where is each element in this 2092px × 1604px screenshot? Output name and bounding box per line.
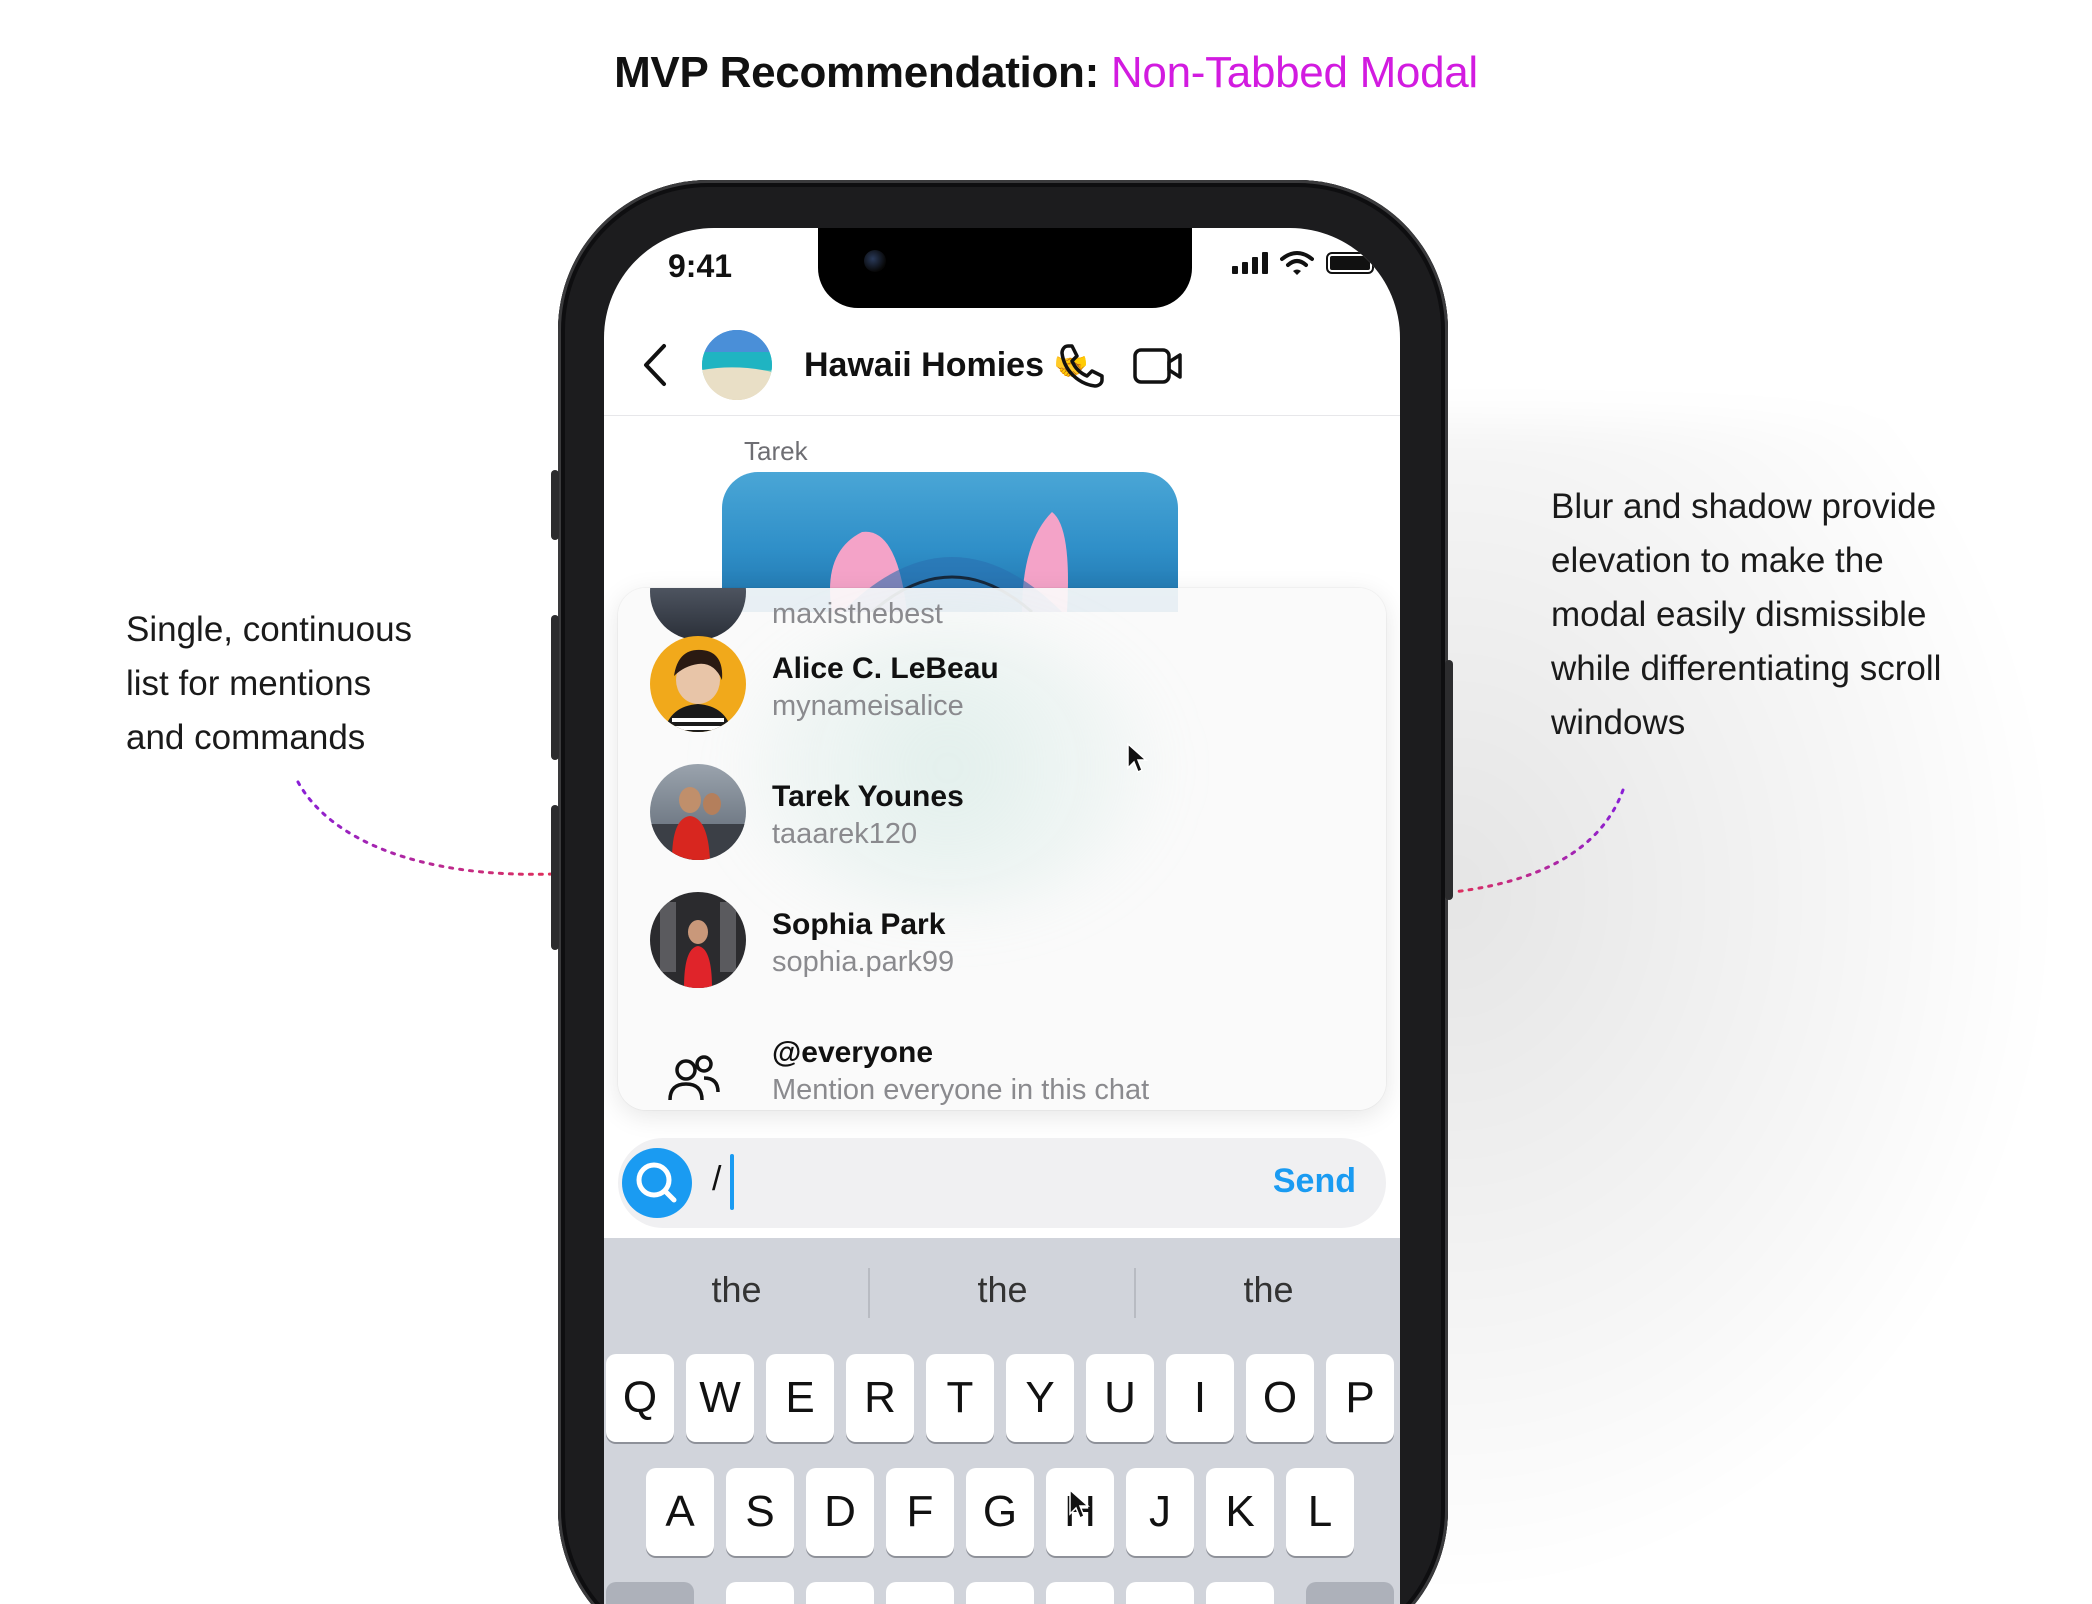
mention-modal[interactable]: maxisthebest Alice C. LeBeau mynameisali… (618, 588, 1386, 1110)
key-b[interactable] (1046, 1582, 1114, 1604)
annotation-left-line: Single, continuous (126, 610, 413, 649)
beach-image (702, 330, 772, 400)
key-v[interactable] (966, 1582, 1034, 1604)
mention-item[interactable]: Sophia Park sophia.park99 (618, 880, 1386, 1000)
key-j[interactable]: J (1126, 1468, 1194, 1556)
mute-switch (551, 470, 559, 540)
suggestion-2[interactable]: the (870, 1238, 1135, 1342)
key-k[interactable]: K (1206, 1468, 1274, 1556)
avatar (650, 892, 746, 988)
key-s[interactable]: S (726, 1468, 794, 1556)
group-avatar[interactable] (702, 330, 772, 400)
key-i[interactable]: I (1166, 1354, 1234, 1442)
send-button[interactable]: Send (1273, 1162, 1356, 1201)
chat-header: Hawaii Homies 🤝 (604, 312, 1400, 416)
volume-up-button (551, 615, 559, 760)
key-delete[interactable] (1306, 1582, 1394, 1604)
search-button[interactable] (622, 1148, 692, 1218)
key-t[interactable]: T (926, 1354, 994, 1442)
cellular-signal-icon (1232, 252, 1268, 274)
mention-item-everyone[interactable]: @everyone Mention everyone in this chat (618, 1008, 1386, 1110)
battery-icon (1326, 252, 1379, 274)
avatar (650, 636, 746, 732)
annotation-left-line: and commands (126, 718, 366, 757)
back-button[interactable] (636, 340, 676, 390)
mention-handle: mynameisalice (772, 690, 964, 722)
annotation-left-line: list for mentions (126, 664, 372, 703)
key-y[interactable]: Y (1006, 1354, 1074, 1442)
phone-screen: 9:41 Hawaii Homies 🤝 Tarek maxisthebest … (604, 228, 1400, 1604)
mention-item[interactable]: Tarek Younes taaarek120 (618, 752, 1386, 872)
key-d[interactable]: D (806, 1468, 874, 1556)
heading-prefix: MVP Recommendation: (614, 48, 1099, 97)
key-w[interactable]: W (686, 1354, 754, 1442)
annotation-right-line: modal easily dismissible (1551, 595, 1927, 634)
mention-item[interactable]: Alice C. LeBeau mynameisalice (618, 624, 1386, 744)
message-composer[interactable]: / Send (618, 1138, 1386, 1228)
key-u[interactable]: U (1086, 1354, 1154, 1442)
avatar-photo (650, 787, 746, 860)
avatar-photo (660, 902, 736, 988)
mention-name: @everyone (772, 1036, 934, 1069)
annotation-right-line: elevation to make the (1551, 541, 1884, 580)
key-f[interactable]: F (886, 1468, 954, 1556)
group-icon (668, 1055, 720, 1101)
mention-handle: sophia.park99 (772, 946, 955, 978)
mouse-cursor-icon (1127, 742, 1148, 774)
volume-down-button (551, 805, 559, 950)
annotation-right: Blur and shadow provide elevation to mak… (1551, 480, 2011, 750)
page-heading: MVP Recommendation: Non-Tabbed Modal (0, 48, 2092, 98)
key-m[interactable] (1206, 1582, 1274, 1604)
key-r[interactable]: R (846, 1354, 914, 1442)
suggestion-1[interactable]: the (604, 1238, 869, 1342)
key-p[interactable]: P (1326, 1354, 1394, 1442)
key-q[interactable]: Q (606, 1354, 674, 1442)
mouse-cursor-icon (1069, 1488, 1090, 1520)
mention-name: Alice C. LeBeau (772, 652, 999, 685)
annotation-right-line: Blur and shadow provide (1551, 487, 1937, 526)
heading-accent: Non-Tabbed Modal (1110, 48, 1478, 97)
annotation-right-line: while differentiating scroll (1551, 649, 1942, 688)
connector-left (296, 780, 554, 876)
key-e[interactable]: E (766, 1354, 834, 1442)
key-a[interactable]: A (646, 1468, 714, 1556)
annotation-left: Single, continuous list for mentions and… (126, 603, 486, 765)
key-c[interactable] (886, 1582, 954, 1604)
avatar (650, 764, 746, 860)
phone-call-icon[interactable] (1054, 338, 1110, 394)
front-camera (864, 250, 886, 272)
power-button (1445, 660, 1453, 900)
chat-title[interactable]: Hawaii Homies 🤝 (804, 346, 1088, 385)
key-g[interactable]: G (966, 1468, 1034, 1556)
key-l[interactable]: L (1286, 1468, 1354, 1556)
key-n[interactable] (1126, 1582, 1194, 1604)
mention-name: Tarek Younes (772, 780, 964, 813)
keyboard: the the the Q W E R T Y U I O P A S D F … (604, 1238, 1400, 1604)
chat-title-text: Hawaii Homies (804, 346, 1044, 384)
key-x[interactable] (806, 1582, 874, 1604)
search-icon (636, 1162, 677, 1203)
annotation-right-line: windows (1551, 703, 1686, 742)
key-shift[interactable] (606, 1582, 694, 1604)
mention-name: Sophia Park (772, 908, 946, 941)
status-time: 9:41 (668, 248, 733, 284)
connector-right (1451, 788, 1625, 894)
suggestion-3[interactable]: the (1136, 1238, 1400, 1342)
mention-handle: taaarek120 (772, 818, 918, 850)
mention-description: Mention everyone in this chat (772, 1074, 1150, 1106)
wifi-icon (1280, 251, 1314, 275)
text-caret (730, 1154, 734, 1210)
notch (818, 228, 1192, 308)
message-sender: Tarek (744, 436, 808, 466)
avatar-photo (664, 649, 732, 732)
status-icons (1232, 250, 1379, 276)
message-input[interactable]: / (712, 1160, 721, 1199)
key-o[interactable]: O (1246, 1354, 1314, 1442)
video-call-icon[interactable] (1130, 338, 1186, 394)
key-z[interactable] (726, 1582, 794, 1604)
